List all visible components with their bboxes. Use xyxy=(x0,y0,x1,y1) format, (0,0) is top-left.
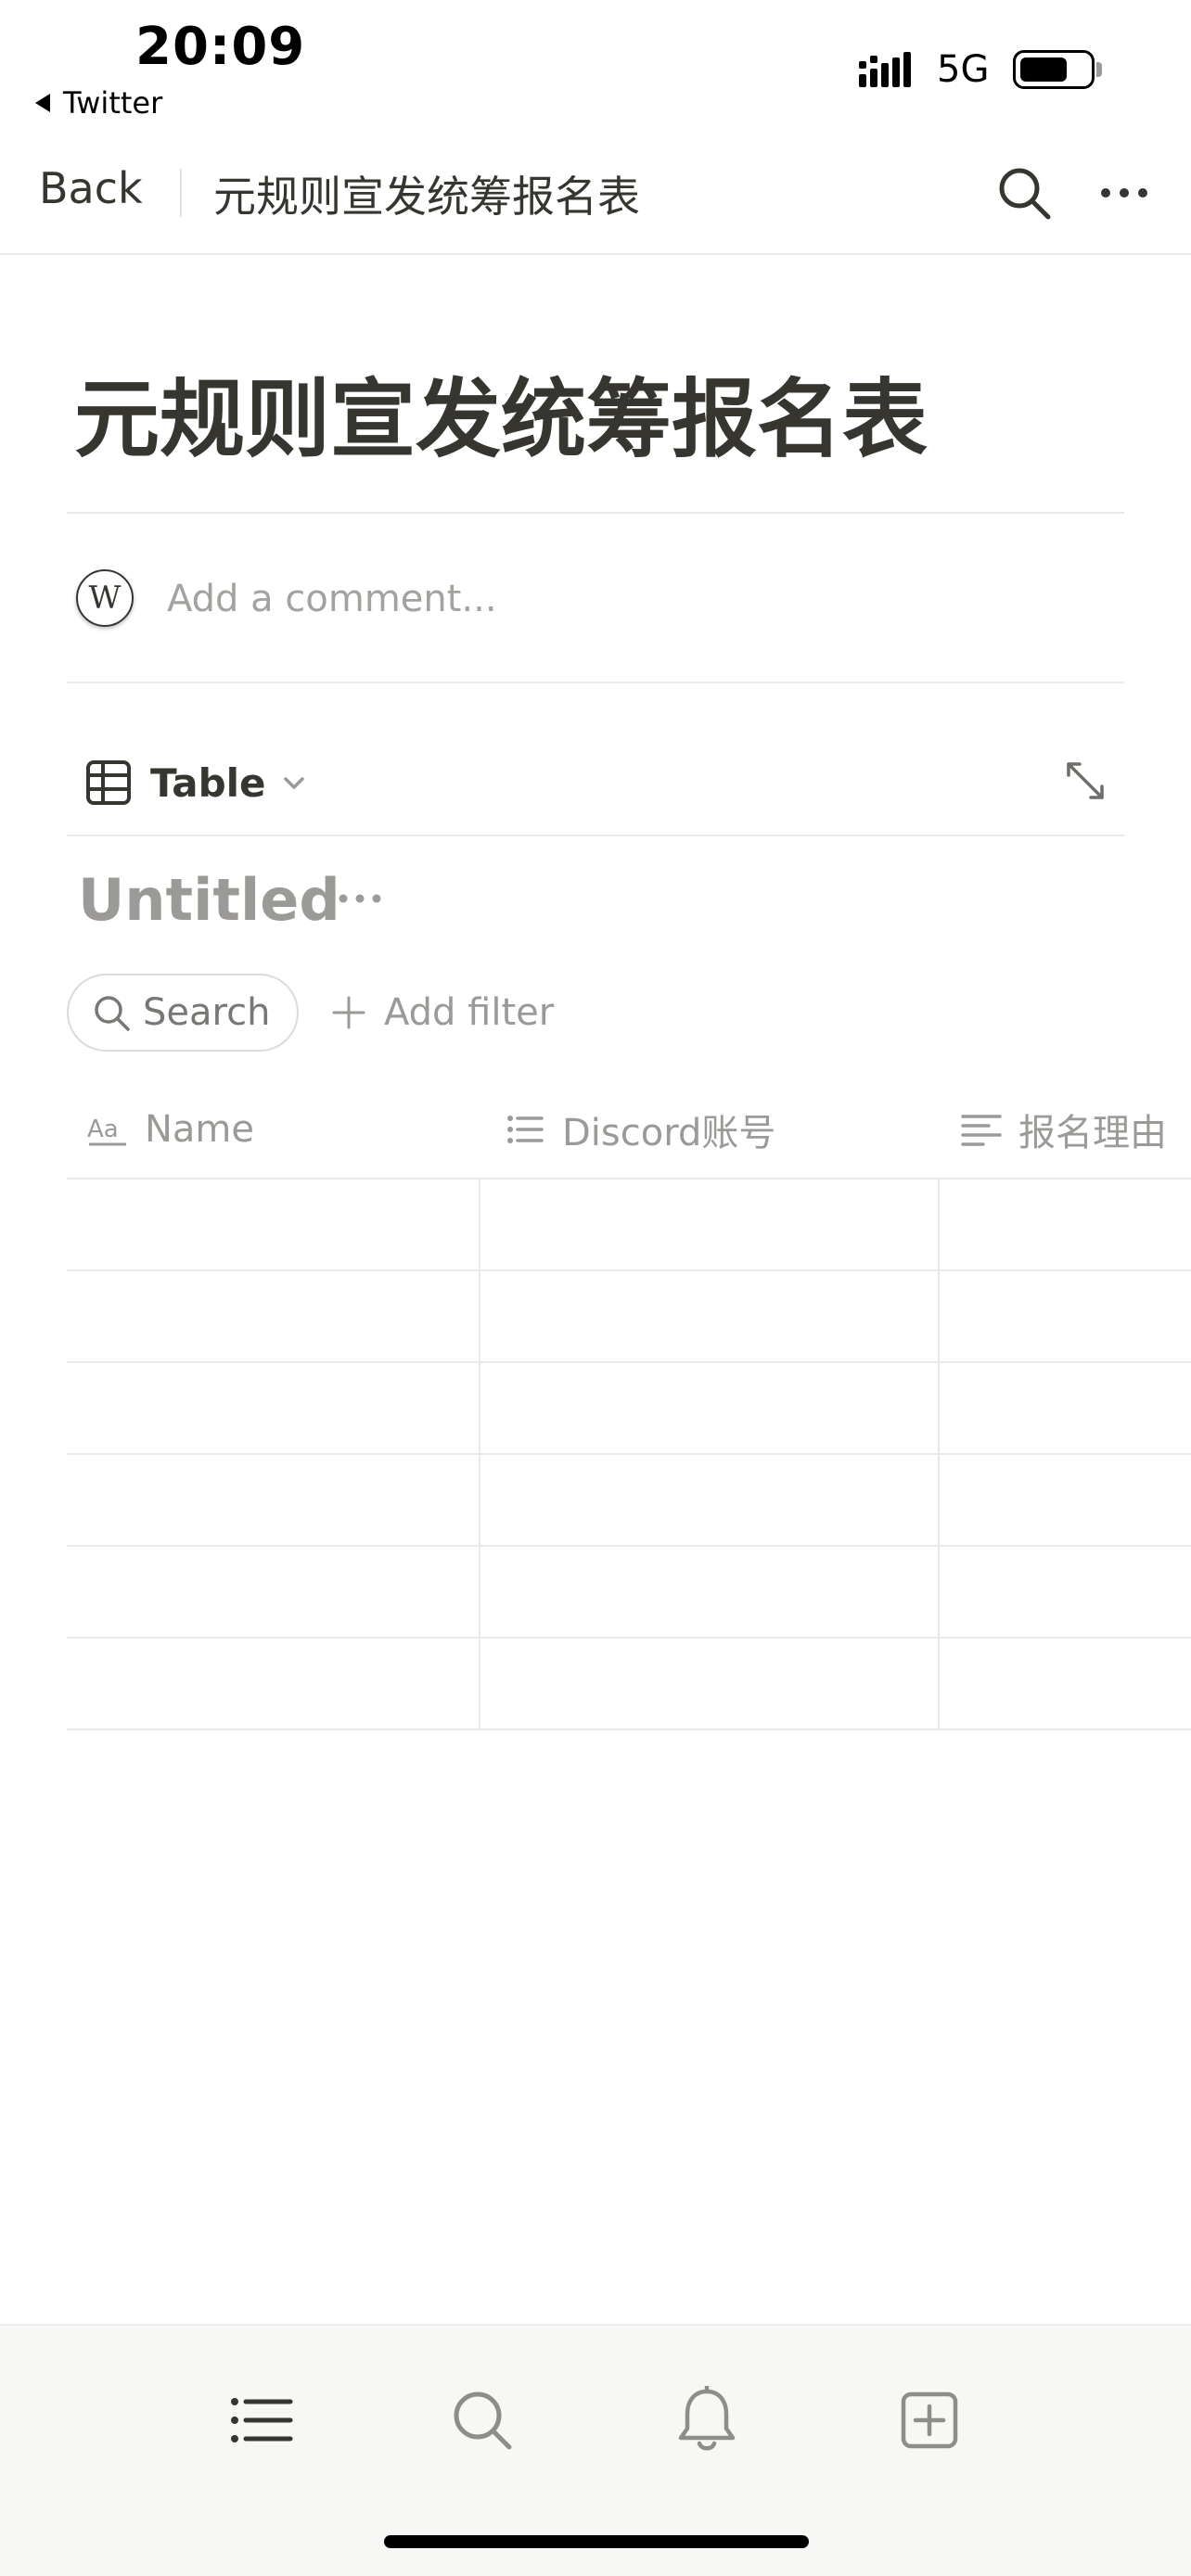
table-row[interactable] xyxy=(67,1271,1191,1363)
tab-new-page[interactable] xyxy=(890,2381,968,2459)
battery-icon xyxy=(1013,50,1095,89)
table-cell[interactable] xyxy=(480,1547,938,1639)
network-type: 5G xyxy=(937,48,990,91)
battery-level xyxy=(1020,57,1067,82)
table-cell[interactable] xyxy=(67,1547,479,1639)
comment-divider xyxy=(67,682,1124,683)
plus-icon xyxy=(332,996,365,1029)
database-more-icon[interactable] xyxy=(336,885,384,912)
search-icon[interactable] xyxy=(994,163,1054,223)
view-divider xyxy=(67,835,1124,836)
table-row[interactable] xyxy=(67,1547,1191,1639)
back-to-app-label: Twitter xyxy=(63,85,163,121)
tab-search[interactable] xyxy=(443,2381,521,2459)
column-header-discord[interactable]: Discord账号 xyxy=(505,1081,775,1178)
table-cell[interactable] xyxy=(480,1180,938,1271)
database-search-button[interactable]: Search xyxy=(67,974,299,1052)
column-separator xyxy=(938,1180,940,1730)
table-row[interactable] xyxy=(67,1455,1191,1547)
column-separator xyxy=(479,1180,480,1730)
battery-cap xyxy=(1096,62,1102,77)
table-cell[interactable] xyxy=(67,1271,479,1363)
list-icon xyxy=(231,2398,293,2442)
nav-bar: Back 元规则宣发统筹报名表 xyxy=(0,130,1191,255)
column-header-name[interactable]: Aa Name xyxy=(87,1081,254,1178)
nav-title: 元规则宣发统筹报名表 xyxy=(213,172,640,222)
table-cell[interactable] xyxy=(67,1363,479,1455)
table-cell[interactable] xyxy=(480,1455,938,1547)
table-view-icon xyxy=(86,760,131,805)
table-cell[interactable] xyxy=(940,1271,1191,1363)
expand-icon[interactable] xyxy=(1061,757,1109,805)
table-row[interactable] xyxy=(67,1180,1191,1271)
column-header-reason[interactable]: 报名理由 xyxy=(961,1081,1167,1178)
status-bar: 20:09 Twitter 5G xyxy=(0,0,1191,125)
table-cell[interactable] xyxy=(67,1455,479,1547)
tab-notifications[interactable] xyxy=(668,2381,746,2459)
back-triangle-icon xyxy=(35,94,50,112)
new-page-icon xyxy=(901,2391,958,2449)
add-filter-label: Add filter xyxy=(384,991,555,1034)
table-cell[interactable] xyxy=(480,1363,938,1455)
tab-sidebar[interactable] xyxy=(223,2381,301,2459)
table-cell[interactable] xyxy=(67,1180,479,1271)
title-property-icon: Aa xyxy=(87,1116,126,1146)
text-property-icon xyxy=(961,1115,1002,1146)
search-icon xyxy=(95,996,130,1031)
table-cell[interactable] xyxy=(480,1271,938,1363)
table-cell[interactable] xyxy=(67,1639,479,1730)
cellular-signal-icon xyxy=(859,52,911,87)
bell-icon xyxy=(678,2386,736,2451)
table-cell[interactable] xyxy=(940,1639,1191,1730)
table-cell[interactable] xyxy=(940,1547,1191,1639)
table-cell[interactable] xyxy=(940,1455,1191,1547)
database-table: Aa Name Discord账号 报名理由 xyxy=(67,1081,1191,1736)
nav-divider xyxy=(180,169,182,217)
svg-text:Aa: Aa xyxy=(87,1116,119,1143)
page-title[interactable]: 元规则宣发统筹报名表 xyxy=(74,351,928,474)
back-button[interactable]: Back xyxy=(39,163,143,213)
table-cell[interactable] xyxy=(940,1363,1191,1455)
table-cell[interactable] xyxy=(940,1180,1191,1271)
column-label: Discord账号 xyxy=(562,1112,776,1154)
add-filter-button[interactable]: Add filter xyxy=(330,983,554,1042)
back-to-app-link[interactable]: Twitter xyxy=(35,85,162,121)
table-row[interactable] xyxy=(67,1363,1191,1455)
chevron-down-icon xyxy=(283,777,304,789)
database-title[interactable]: Untitled xyxy=(78,866,340,934)
bulleted-list-icon xyxy=(507,1116,544,1143)
table-row[interactable] xyxy=(67,1639,1191,1730)
column-label: 报名理由 xyxy=(1018,1112,1167,1154)
table-cell[interactable] xyxy=(480,1639,938,1730)
title-divider xyxy=(67,512,1124,514)
comment-input[interactable] xyxy=(167,573,1002,625)
search-icon xyxy=(454,2391,512,2450)
home-indicator xyxy=(384,2535,809,2548)
view-switcher[interactable]: Table xyxy=(85,753,309,812)
status-time: 20:09 xyxy=(135,17,306,77)
avatar: W xyxy=(76,569,134,627)
more-options-icon[interactable] xyxy=(1095,163,1154,223)
view-label: Table xyxy=(150,759,266,806)
search-label: Search xyxy=(143,991,271,1034)
column-label: Name xyxy=(145,1108,255,1151)
